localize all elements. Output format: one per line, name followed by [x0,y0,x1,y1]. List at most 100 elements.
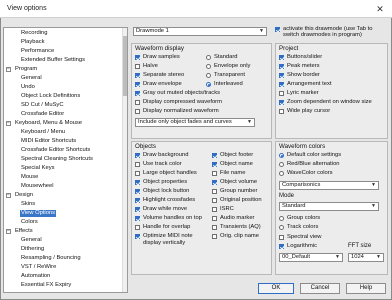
draw-samples-checkbox-box[interactable] [135,55,140,60]
logarithmic-checkbox-box[interactable] [279,244,284,249]
tree-item-performance[interactable]: Performance [4,48,122,55]
fft-size-select[interactable]: 1024 ▼ [348,253,384,262]
peak-meters-checkbox-box[interactable] [279,64,284,69]
tree-item-general[interactable]: General [4,75,122,82]
tree-item-effects[interactable]: − Effects [4,228,122,235]
object-name-checkbox-box[interactable] [212,162,217,167]
wide-play-cursor-checkbox-box[interactable] [279,109,284,114]
optimize-midi-note-display-vertically-checkbox[interactable]: Optimize MIDI note display vertically [135,233,211,247]
help-button[interactable]: Help [346,283,386,294]
draw-background-checkbox[interactable]: Draw background [135,152,211,159]
draw-background-checkbox-box[interactable] [135,153,140,158]
use-track-color-checkbox[interactable]: Use track color [135,161,211,168]
tree-item-undo[interactable]: Undo [4,84,122,91]
collapse-icon[interactable]: − [6,67,11,72]
tree-item-sd-cut-musyc[interactable]: SD Cut / MuSyC [4,102,122,109]
large-object-handles-checkbox-box[interactable] [135,171,140,176]
tree-item-crossfade-editor[interactable]: Crossfade Editor [4,111,122,118]
object-footer-checkbox-box[interactable] [212,153,217,158]
zoom-dependent-on-window-size-checkbox-box[interactable] [279,100,284,105]
red-blue-alternation-radio-dot[interactable] [279,162,284,167]
default-color-settings-radio-dot[interactable] [279,153,284,158]
tree-item-skins[interactable]: Skins [4,201,122,208]
optimize-midi-note-display-vertically-checkbox-box[interactable] [135,234,140,239]
color-preset-select[interactable]: 00_Default ▼ [279,253,343,262]
audio-marker-checkbox-box[interactable] [212,216,217,221]
mode-select[interactable]: Standard ▼ [279,202,379,211]
draw-envelope-checkbox-box[interactable] [135,82,140,87]
object-lock-button-checkbox[interactable]: Object lock button [135,188,211,195]
tree-item-midi-editor-shortcuts[interactable]: MIDI Editor Shortcuts [4,138,122,145]
ok-button[interactable]: OK [258,283,294,294]
group-number-checkbox-box[interactable] [212,189,217,194]
transients-aq-checkbox-box[interactable] [212,225,217,230]
draw-while-move-checkbox-box[interactable] [135,207,140,212]
file-name-checkbox-box[interactable] [212,171,217,176]
tree-item-mouse[interactable]: Mouse [4,174,122,181]
activate-drawmode-box[interactable] [275,27,280,32]
tree-item-resampling-bouncing[interactable]: Resampling / Bouncing [4,255,122,262]
handle-for-overlap-checkbox[interactable]: Handle for overlap [135,224,211,231]
tree-scrollbar-thumb[interactable] [123,36,127,96]
tree-item-colors[interactable]: Colors [4,219,122,226]
tree-item-special-keys[interactable]: Special Keys [4,165,122,172]
orig-clip-name-checkbox-box[interactable] [212,234,217,239]
tree-item-general[interactable]: General [4,237,122,244]
include-fades-select[interactable]: Include only object fades and curves ▼ [135,118,255,127]
tree-item-object-lock-definitions[interactable]: Object Lock Definitions [4,93,122,100]
tree-item-playback[interactable]: Playback [4,39,122,46]
display-normalized-waveform-checkbox-box[interactable] [135,109,140,114]
tree-item-spectral-cleaning-shortcuts[interactable]: Spectral Cleaning Shortcuts [4,156,122,163]
isrc-checkbox-box[interactable] [212,207,217,212]
large-object-handles-checkbox[interactable]: Large object handles [135,170,211,177]
object-properties-checkbox[interactable]: Object properties [135,179,211,186]
highlight-crossfades-checkbox[interactable]: Highlight crossfades [135,197,211,204]
transparent-radio-dot[interactable] [206,73,211,78]
track-colors-radio-dot[interactable] [279,225,284,230]
object-volume-checkbox-box[interactable] [212,180,217,185]
envelope-only-radio-dot[interactable] [206,64,211,69]
object-lock-button-checkbox-box[interactable] [135,189,140,194]
tree-item-automation[interactable]: Automation [4,273,122,280]
interleaved-radio-dot[interactable] [206,82,211,87]
collapse-icon[interactable]: − [6,121,11,126]
activate-drawmode-checkbox[interactable]: activate this drawmode (use Tab to switc… [275,26,387,40]
tree-item-extended-buffer-settings[interactable]: Extended Buffer Settings [4,57,122,64]
settings-tree[interactable]: Recording Playback Performance Extended Buf… [3,27,128,293]
spectral-view-checkbox-box[interactable] [279,235,284,240]
object-properties-checkbox-box[interactable] [135,180,140,185]
lyric-marker-checkbox-box[interactable] [279,91,284,96]
tree-item-design[interactable]: − Design [4,192,122,199]
cancel-button[interactable]: Cancel [300,283,340,294]
drawmode-select[interactable]: Drawmode 1 ▼ [133,27,267,36]
buttons-slider-checkbox-box[interactable] [279,55,284,60]
gray-out-muted-objects-tracks-checkbox-box[interactable] [135,91,140,96]
draw-while-move-checkbox[interactable]: Draw while move [135,206,211,213]
color-scheme-select[interactable]: Comparisonics ▼ [279,181,379,190]
collapse-icon[interactable]: − [6,229,11,234]
handle-for-overlap-checkbox-box[interactable] [135,225,140,230]
display-compressed-waveform-checkbox-box[interactable] [135,100,140,105]
tree-item-keyboard-menu[interactable]: Keyboard / Menu [4,129,122,136]
tree-item-view-options[interactable]: View Options [4,210,122,217]
separate-stereo-checkbox-box[interactable] [135,73,140,78]
halve-checkbox-box[interactable] [135,64,140,69]
tree-item-recording[interactable]: Recording [4,30,122,37]
volume-handles-on-top-checkbox[interactable]: Volume handles on top [135,215,211,222]
collapse-icon[interactable]: − [6,193,11,198]
tree-item-program[interactable]: − Program [4,66,122,73]
wavecolor-colors-radio-dot[interactable] [279,171,284,176]
tree-item-essential-fx-expiry[interactable]: Essential FX Expiry [4,282,122,289]
group-colors-radio-dot[interactable] [279,216,284,221]
original-position-checkbox-box[interactable] [212,198,217,203]
standard-radio-dot[interactable] [206,55,211,60]
volume-handles-on-top-checkbox-box[interactable] [135,216,140,221]
tree-item-crossfade-editor-shortcuts[interactable]: Crossfade Editor Shortcuts [4,147,122,154]
show-border-checkbox-box[interactable] [279,73,284,78]
highlight-crossfades-checkbox-box[interactable] [135,198,140,203]
tree-item-mousewheel[interactable]: Mousewheel [4,183,122,190]
tree-item-vst-rewire[interactable]: VST / ReWire [4,264,122,271]
tree-item-dithering[interactable]: Dithering [4,246,122,253]
tree-item-keyboard-menu-mouse[interactable]: − Keyboard, Menu & Mouse [4,120,122,127]
use-track-color-checkbox-box[interactable] [135,162,140,167]
